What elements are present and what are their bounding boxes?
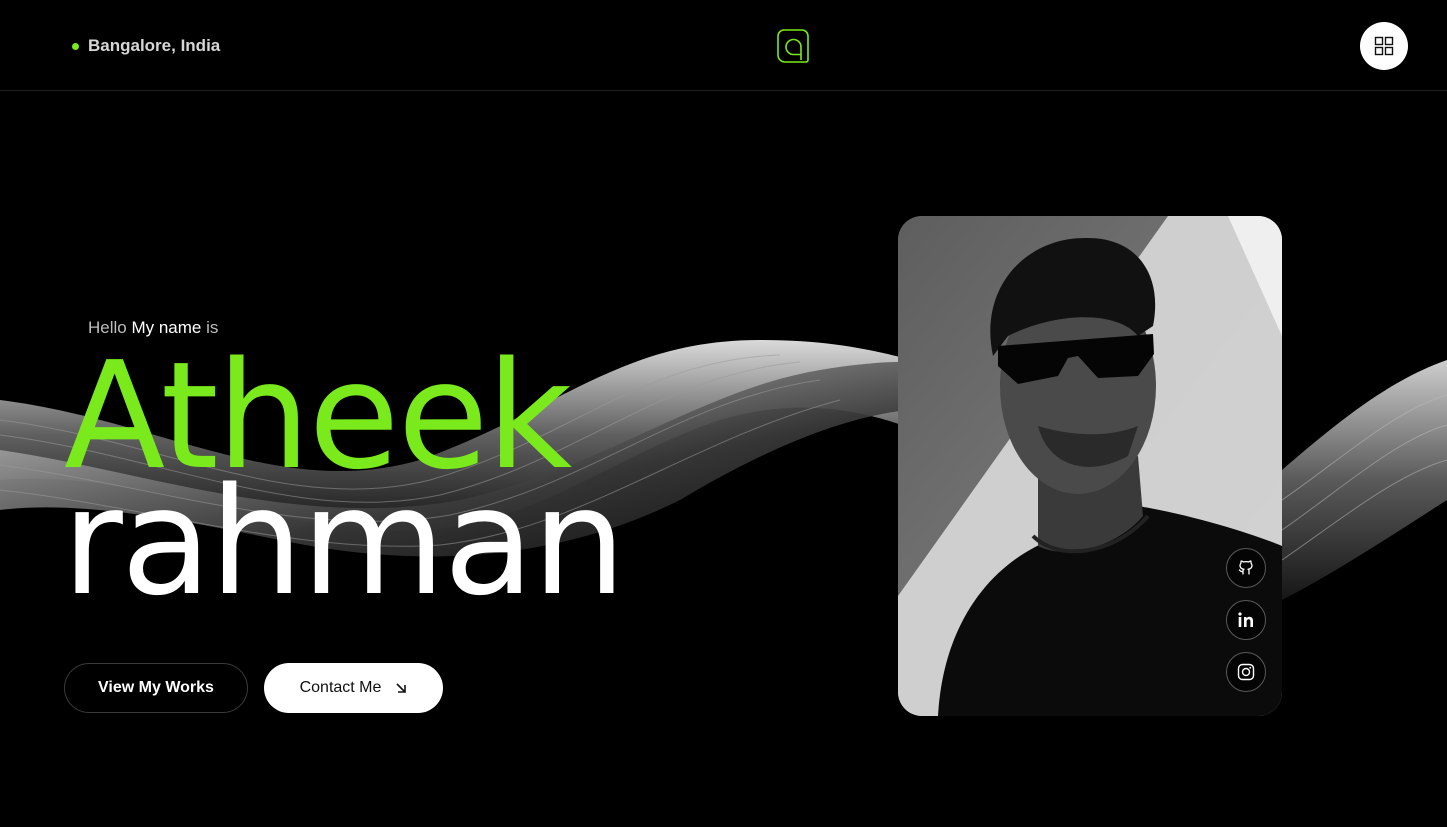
portrait-card <box>898 216 1282 716</box>
portfolio-page: Bangalore, India Hello My name is Atheek… <box>0 0 1447 827</box>
github-icon <box>1238 560 1253 575</box>
a-monogram-logo[interactable] <box>776 27 810 65</box>
last-name-heading: rahman <box>62 456 626 628</box>
view-works-button[interactable]: View My Works <box>64 663 248 713</box>
location-text: Bangalore, India <box>88 36 221 55</box>
contact-button-label: Contact Me <box>299 679 382 696</box>
portrait-photo <box>898 216 1282 716</box>
instagram-button[interactable] <box>1226 652 1266 692</box>
contact-button[interactable]: Contact Me <box>264 663 443 713</box>
menu-button[interactable] <box>1360 22 1408 70</box>
arrow-down-right-icon <box>396 683 407 693</box>
status-dot <box>72 42 79 50</box>
linkedin-icon <box>1238 612 1253 627</box>
instagram-icon <box>1237 663 1255 681</box>
github-button[interactable] <box>1226 548 1266 588</box>
linkedin-button[interactable] <box>1226 600 1266 640</box>
grid-menu-icon <box>1374 36 1394 56</box>
location: Bangalore, India <box>72 36 220 56</box>
site-header: Bangalore, India <box>0 0 1447 91</box>
